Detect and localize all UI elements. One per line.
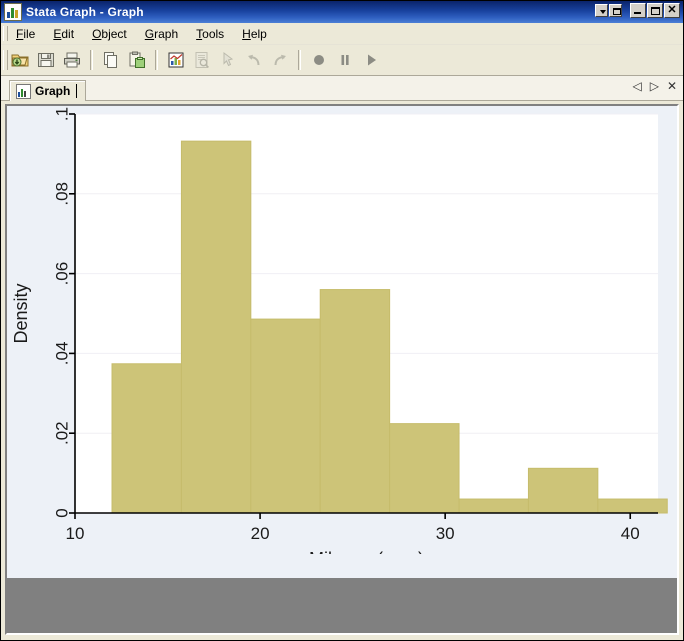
x-tick-label: 10 [66,524,85,543]
tab-prev-button[interactable]: ◁ [632,79,641,93]
tab-controls: ◁ ▷ ✕ [632,79,677,93]
y-tick-label: .02 [52,421,71,445]
histogram-chart: 10 20 30 40 0 .02 .04 .06 .08 .1 Mileage (mpg) De… [7,106,677,554]
tab-next-button[interactable]: ▷ [650,79,659,93]
graph-editor-icon[interactable] [164,48,188,72]
x-tick-label: 40 [621,524,640,543]
print-graph-icon[interactable] [60,48,84,72]
menu-item-tools[interactable]: Tools [187,25,233,43]
y-tick-label: .08 [52,182,71,206]
x-tick-label: 30 [436,524,455,543]
undo-icon [242,48,266,72]
toolbar-separator [90,50,93,70]
graph-canvas[interactable]: 10 20 30 40 0 .02 .04 .06 .08 .1 Mileage (mpg) De… [7,106,677,578]
menu-item-graph[interactable]: Graph [136,25,187,43]
graph-frame: 10 20 30 40 0 .02 .04 .06 .08 .1 Mileage (mpg) De… [5,104,679,635]
y-tick-label: .04 [52,342,71,366]
tab-close-button[interactable]: ✕ [667,79,677,93]
x-tick-label: 20 [251,524,270,543]
histogram-bar [111,363,182,514]
histogram-bar [527,467,599,514]
menu-bar: File Edit Object Graph Tools Help [1,23,683,45]
menu-item-file[interactable]: File [7,25,44,43]
histogram-bar [250,318,321,514]
maximize-button[interactable] [647,3,663,18]
y-tick-label: .1 [52,107,71,121]
y-axis-title: Density [11,283,31,343]
stata-bar-chart-icon [4,3,22,21]
toolbar-separator [298,50,301,70]
window-controls: ✕ [595,3,680,18]
menu-item-object[interactable]: Object [83,25,136,43]
histogram-bar [597,498,668,514]
pointer-tool-icon [216,48,240,72]
x-axis-title: Mileage (mpg) [309,549,424,554]
menu-dropdown-button[interactable] [595,4,608,17]
record-icon [307,48,331,72]
stata-graph-window: Stata Graph - Graph ✕ File Edit Object G… [0,0,684,641]
document-restore-button[interactable] [609,4,622,17]
graph-tab-icon [16,83,31,99]
toolbar-separator [155,50,158,70]
tab-graph[interactable]: Graph [9,80,87,101]
histogram-bar [389,423,460,514]
pause-icon [333,48,357,72]
open-graph-icon[interactable] [8,48,32,72]
menu-item-help[interactable]: Help [233,25,276,43]
play-icon [359,48,383,72]
redo-icon [268,48,292,72]
title-bar[interactable]: Stata Graph - Graph ✕ [1,1,683,23]
toolbar [1,45,683,76]
graph-client-area: 10 20 30 40 0 .02 .04 .06 .08 .1 Mileage (mpg) De… [1,101,683,640]
menu-item-edit[interactable]: Edit [44,25,83,43]
tab-text-caret [76,84,78,98]
histogram-bar [319,289,391,514]
window-title: Stata Graph - Graph [26,5,144,19]
close-button[interactable]: ✕ [664,3,680,18]
y-tick-label: .06 [52,262,71,286]
graph-bottom-strip [7,578,677,633]
save-graph-icon[interactable] [34,48,58,72]
properties-icon [190,48,214,72]
tab-graph-label: Graph [35,84,71,98]
tab-bar: Graph ◁ ▷ ✕ [1,76,683,101]
copy-icon[interactable] [99,48,123,72]
histogram-bar [180,140,252,514]
y-tick-label: 0 [52,508,71,517]
paste-icon[interactable] [125,48,149,72]
histogram-bar [458,498,529,514]
minimize-button[interactable] [630,3,646,18]
